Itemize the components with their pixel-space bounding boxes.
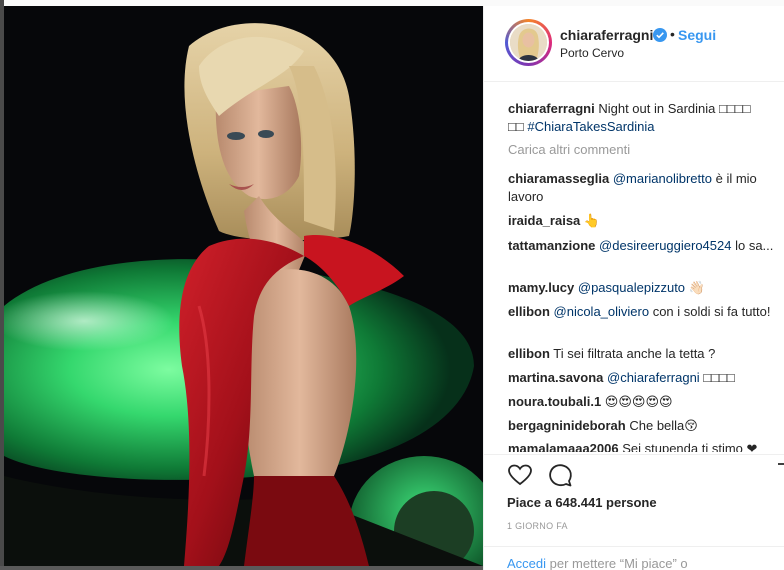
comment-username[interactable]: mamy.lucy [508,280,574,295]
comment-item: ellibon @nicola_oliviero con i soldi si … [508,303,776,321]
post-username[interactable]: chiaraferragni [560,27,653,43]
comment-item: mamy.lucy @pasqualepizzuto 👋🏻 [508,279,776,297]
comment-text: Che bella😚 [629,418,698,433]
comment-username[interactable]: chiaramasseglia [508,171,609,186]
caption-hashtag[interactable]: #ChiaraTakesSardinia [527,119,654,134]
comment-username[interactable]: ellibon [508,346,550,361]
comments-list[interactable]: chiaraferragni Night out in Sardinia □□□… [484,82,784,452]
caption-text-cont: □□ [508,119,524,134]
comment-text: 👆 [583,213,601,228]
comment-username[interactable]: tattamanzione [508,238,595,253]
comment-username[interactable]: bergagninideborah [508,418,626,433]
comment-text: 😍😍😍😍😍 [604,394,673,409]
post-location[interactable]: Porto Cervo [560,46,624,60]
heart-icon[interactable] [506,461,534,489]
comment-mention[interactable]: @chiaraferragni [607,370,700,385]
load-more-comments[interactable]: Carica altri commenti [508,142,630,157]
comment-username[interactable]: iraida_raisa [508,213,580,228]
bookmark-icon[interactable] [773,461,784,489]
comment-item: iraida_raisa 👆 [508,212,776,230]
login-prompt-text: Accedi per mettere “Mi piace” o [507,556,688,570]
separator-dot: • [670,26,675,42]
comment-mention[interactable]: @desireeruggiero4524 [599,238,731,253]
comment-username[interactable]: mamalamaaa2006 [508,441,619,452]
comment-text: 👋🏻 [685,280,705,295]
follow-button[interactable]: Segui [678,27,716,43]
post-photo[interactable] [4,6,483,566]
comment-mention[interactable]: @nicola_oliviero [554,304,650,319]
caption: chiaraferragni Night out in Sardinia □□□… [508,100,776,136]
comment-mention[interactable]: @pasqualepizzuto [578,280,685,295]
comment-text: Sei stupenda ti stimo ❤ [622,441,758,452]
caption-text: Night out in Sardinia □□□□ [598,101,751,116]
comment-item: mamalamaaa2006 Sei stupenda ti stimo ❤ [508,440,776,452]
comment-text: □□□□ [699,370,735,385]
login-rest: per mettere “Mi piace” o [549,556,688,570]
comment-mention[interactable]: @marianolibretto [613,171,712,186]
post-side-panel: chiaraferragni • Segui Porto Cervo chiar… [483,6,784,570]
post-timestamp[interactable]: 1 GIORNO FA [507,521,568,531]
comment-item: noura.toubali.1 😍😍😍😍😍 [508,393,776,411]
story-ring[interactable] [505,19,552,66]
comment-username[interactable]: noura.toubali.1 [508,394,601,409]
caption-username[interactable]: chiaraferragni [508,101,595,116]
comment-icon[interactable] [546,461,574,489]
comment-username[interactable]: martina.savona [508,370,603,385]
comment-item: chiaramasseglia @marianolibretto è il mi… [508,170,776,206]
likes-count[interactable]: Piace a 648.441 persone [507,495,657,510]
login-prompt: Accedi per mettere “Mi piace” o [484,546,784,570]
comment-username[interactable]: ellibon [508,304,550,319]
comment-item: bergagninideborah Che bella😚 [508,417,776,435]
comment-item: ellibon Ti sei filtrata anche la tetta ? [508,345,776,363]
comment-item: martina.savona @chiaraferragni □□□□ [508,369,776,387]
avatar[interactable] [510,24,547,61]
comment-text: Ti sei filtrata anche la tetta ? [553,346,716,361]
photo-illustration [4,6,483,566]
comment-text: con i soldi si fa tutto! [649,304,771,319]
verified-badge-icon [653,28,667,42]
comment-text: lo sa... [731,238,774,253]
post-header: chiaraferragni • Segui Porto Cervo [484,6,784,82]
login-link[interactable]: Accedi [507,556,546,570]
comment-item: tattamanzione @desireeruggiero4524 lo sa… [508,237,776,255]
